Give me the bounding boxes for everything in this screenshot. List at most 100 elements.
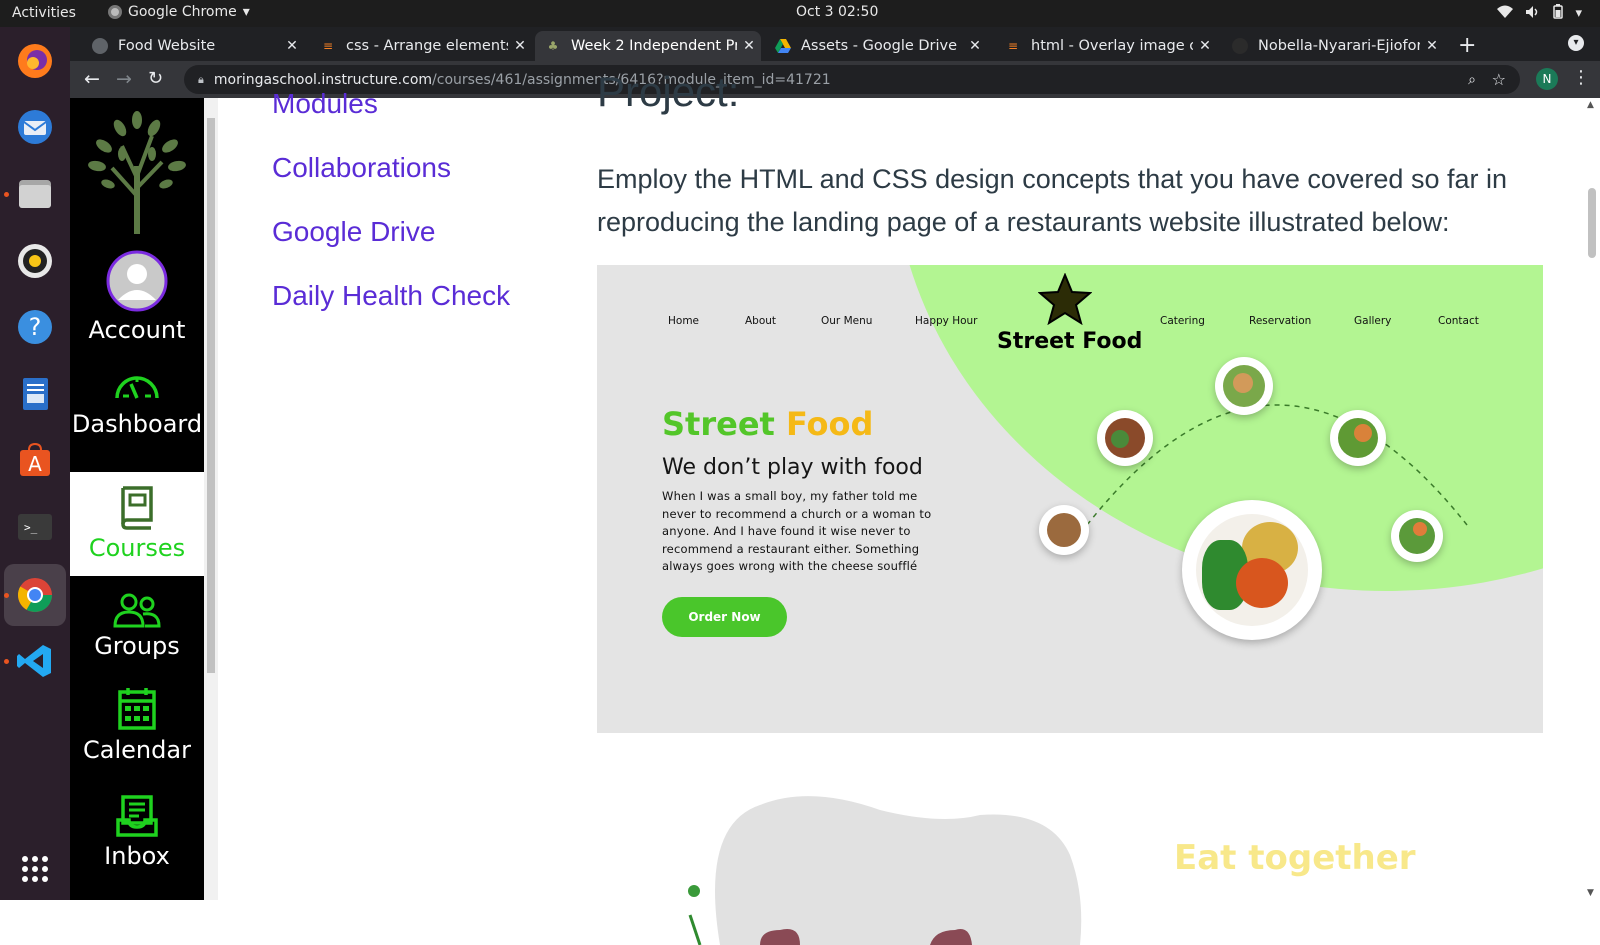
vscode-icon[interactable] [11,637,59,685]
firefox-icon[interactable] [11,37,59,85]
mockup-paragraph: When I was a small boy, my father told m… [662,489,932,573]
files-icon[interactable] [11,170,59,218]
tab-title: Assets - Google Drive [801,38,958,54]
scrollbar-thumb[interactable] [207,118,215,673]
scroll-down-icon[interactable]: ▼ [1587,888,1594,898]
mockup-menu-item: Home [668,315,700,327]
scrollbar-thumb[interactable] [1588,188,1596,258]
nav-inbox[interactable]: Inbox [70,794,204,898]
nav-label: Courses [88,534,186,562]
system-tray[interactable]: ▾ [1497,4,1582,23]
dish-side [1391,510,1443,562]
mockup-menu-item: Catering [1160,315,1205,327]
thunderbird-icon[interactable] [11,103,59,151]
tab-title: Food Website [118,38,216,54]
google-drive-icon [775,38,791,54]
app-menu-label: Google Chrome [128,4,237,20]
svg-text:A: A [28,452,42,476]
food [1354,424,1372,442]
course-nav-modules[interactable]: Modules [272,88,378,120]
mockup-subheadline: We don’t play with food [662,455,923,480]
tab-food-website[interactable]: Food Website ✕ [82,31,304,61]
groups-icon [113,593,161,628]
svg-text:?: ? [29,313,42,341]
mockup-menu-item: Happy Hour [915,315,978,327]
stackoverflow-icon: ≡ [1007,39,1019,53]
scroll-up-icon[interactable]: ▲ [1587,100,1594,110]
profile-avatar[interactable]: N [1536,68,1558,90]
mockup-menu-item: Our Menu [821,315,873,327]
page-scrollbar[interactable]: ▲ ▼ [1584,98,1600,900]
food [1236,558,1288,608]
bookmark-star-icon[interactable]: ☆ [1492,70,1506,89]
browser-menu-icon[interactable]: ⋮ [1572,67,1590,88]
tab-stackoverflow-arrange[interactable]: ≡ css - Arrange elements h ✕ [310,31,532,61]
account-icon [106,250,168,312]
close-icon[interactable]: ✕ [1193,38,1217,54]
battery-icon [1553,4,1564,23]
nav-groups[interactable]: Groups [70,592,204,696]
close-icon[interactable]: ✕ [1420,38,1444,54]
course-nav-daily-health-check[interactable]: Daily Health Check [272,280,510,312]
moringa-logo[interactable] [82,106,192,236]
tab-google-drive[interactable]: Assets - Google Drive ✕ [765,31,987,61]
mockup-menu-item: Gallery [1354,315,1392,327]
tab-stackoverflow-overlay[interactable]: ≡ html - Overlay image on c ✕ [995,31,1217,61]
rhythmbox-icon[interactable] [11,237,59,285]
tab-week2-project[interactable]: ♣ Week 2 Independent Pro ✕ [535,31,761,61]
forward-icon[interactable]: → [116,68,132,90]
tab-strip: Food Website ✕ ≡ css - Arrange elements … [70,27,1600,61]
nav-courses[interactable]: Courses [70,472,204,576]
mockup-headline: Street Food [662,405,873,443]
restaurant-mockup-image: Home About Our Menu Happy Hour Catering … [597,265,1543,733]
chrome-icon [108,5,122,19]
nav-calendar[interactable]: Calendar [70,686,204,790]
close-icon[interactable]: ✕ [737,38,761,54]
chrome-icon[interactable] [4,564,66,626]
chevron-down-icon: ▾ [1575,6,1582,21]
system-top-bar: Activities Google Chrome ▾ Oct 3 02:50 ▾ [0,0,1600,27]
nav-label: Account [88,316,186,344]
mockup-menu-item: Reservation [1249,315,1312,327]
nav-label: Groups [94,632,180,660]
dish-salad [1215,357,1273,415]
nav-label: Inbox [104,842,170,870]
headline-yellow: Food [785,405,874,443]
close-icon[interactable]: ✕ [963,38,987,54]
show-apps-icon[interactable] [11,845,59,893]
course-nav-google-drive[interactable]: Google Drive [272,216,435,248]
chevron-down-icon: ▾ [242,4,250,20]
inbox-icon [116,795,158,837]
new-tab-button[interactable]: + [1458,33,1476,58]
nav-label: Dashboard [71,410,203,438]
close-icon[interactable]: ✕ [280,38,304,54]
activities-button[interactable]: Activities [12,5,76,21]
svg-text:>_: >_ [24,521,38,534]
nav-account[interactable]: Account [70,250,204,354]
nav-scrollbar[interactable] [204,98,218,900]
tab-github[interactable]: Nobella-Nyarari-Ejiofor/ ✕ [1222,31,1444,61]
close-icon[interactable]: ✕ [508,38,532,54]
moringa-tree-icon: ♣ [547,39,559,53]
zoom-icon[interactable]: ⌕ [1468,72,1476,88]
address-bar[interactable]: 🔒︎ moringaschool.instructure.com /course… [184,65,1520,94]
wifi-icon [1497,5,1514,23]
course-nav-collaborations[interactable]: Collaborations [272,152,451,184]
food [1111,430,1129,448]
back-icon[interactable]: ← [84,68,100,90]
help-icon[interactable]: ? [11,303,59,351]
terminal-icon[interactable]: >_ [11,503,59,551]
food [1047,513,1081,547]
assignment-intro: Employ the HTML and CSS design concepts … [597,164,1507,237]
tab-search-icon[interactable]: ▾ [1568,35,1584,51]
nav-dashboard[interactable]: Dashboard [70,368,204,472]
globe-icon [92,38,108,54]
writer-icon[interactable] [11,370,59,418]
clock[interactable]: Oct 3 02:50 [796,4,878,20]
reload-icon[interactable]: ↻ [148,68,163,89]
app-menu[interactable]: Google Chrome ▾ [108,4,250,20]
dish-greens [1330,410,1386,466]
dashboard-icon [115,376,159,399]
tab-title: css - Arrange elements h [346,38,508,54]
software-center-icon[interactable]: A [11,437,59,485]
